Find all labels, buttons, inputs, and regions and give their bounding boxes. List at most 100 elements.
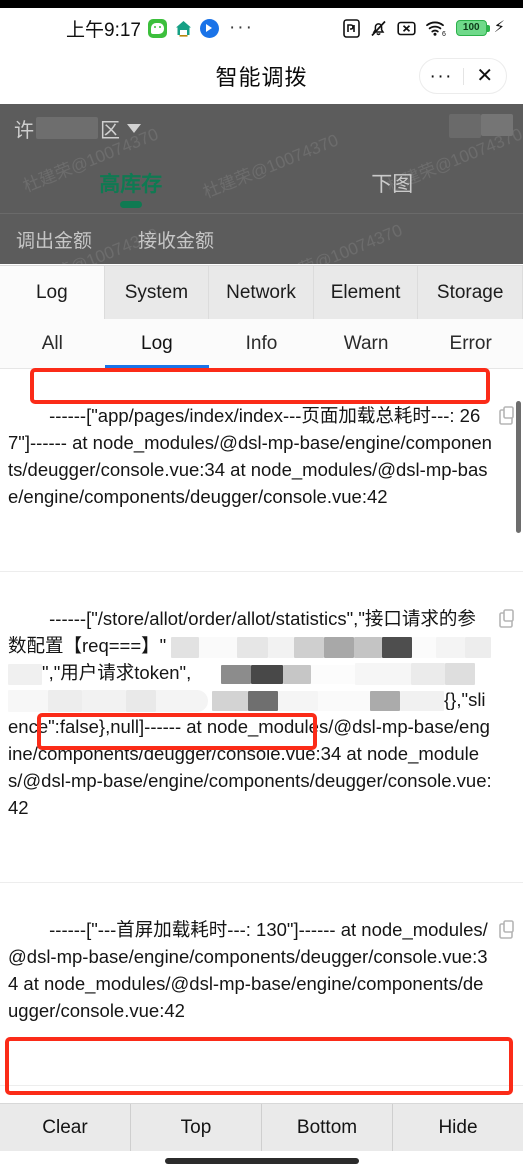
redacted-block xyxy=(268,636,295,658)
status-bar-right: 6 100 ⚡ xyxy=(342,18,505,38)
log-entry[interactable]: ------["/store/allot/order/allot/overvie… xyxy=(0,1086,523,1103)
action-label: Bottom xyxy=(296,1116,358,1138)
active-tab-underline xyxy=(119,200,142,208)
tab-storage[interactable]: Storage xyxy=(418,266,523,319)
phone-screen: 上午9:17 ··· 6 100 ⚡ 智能调拨 ··· ✕ 杜建荣@100743… xyxy=(0,0,523,1171)
clipboard-copy-icon[interactable] xyxy=(448,892,516,973)
region-filter[interactable]: 许 区 xyxy=(14,114,141,143)
redacted-block xyxy=(199,636,238,658)
charging-bolt-icon: ⚡ xyxy=(493,19,505,36)
redacted-block xyxy=(126,690,156,713)
background-filter-row: 许 区 xyxy=(0,104,523,152)
redacted-block xyxy=(8,663,42,685)
redacted-block xyxy=(370,691,400,712)
filter-tab-error[interactable]: Error xyxy=(418,319,523,368)
redacted-block xyxy=(354,636,383,658)
bottom-button[interactable]: Bottom xyxy=(262,1104,393,1152)
filter-tab-log[interactable]: Log xyxy=(105,319,210,368)
clear-button[interactable]: Clear xyxy=(0,1104,131,1152)
signal-off-icon xyxy=(397,20,416,37)
redacted-block xyxy=(283,664,312,684)
top-button[interactable]: Top xyxy=(131,1104,262,1152)
devtools-filter-tabs: All Log Info Warn Error xyxy=(0,319,523,369)
mute-bell-icon xyxy=(369,19,388,38)
home-indicator-area xyxy=(0,1151,523,1171)
redacted-block xyxy=(212,691,248,712)
background-tab-chart[interactable]: 下图 xyxy=(262,168,523,198)
console-log-list[interactable]: ------["app/pages/index/index---页面加载总耗时-… xyxy=(0,369,523,1104)
redacted-block xyxy=(48,690,82,713)
capsule-close-button[interactable]: ✕ xyxy=(464,66,507,86)
redacted-block xyxy=(248,691,278,712)
redacted-block xyxy=(449,114,513,138)
log-entry[interactable]: ------["app/pages/index/index---页面加载总耗时-… xyxy=(0,369,523,572)
redacted-block xyxy=(82,690,126,713)
filter-tab-warn[interactable]: Warn xyxy=(314,319,419,368)
clipboard-copy-icon[interactable] xyxy=(448,1095,516,1103)
house-app-icon xyxy=(174,19,193,38)
filter-tab-info[interactable]: Info xyxy=(209,319,314,368)
status-time: 上午9:17 xyxy=(66,19,141,41)
tab-system[interactable]: System xyxy=(104,266,210,319)
log-entry[interactable]: ------["---首屏加载耗时---: 130"]------ at nod… xyxy=(0,883,523,1086)
region-filter-label-tail: 区 xyxy=(100,119,120,142)
log-entry[interactable]: ------["/store/allot/order/allot/statist… xyxy=(0,572,523,883)
tab-label: Element xyxy=(330,281,401,303)
devtools-action-bar: Clear Top Bottom Hide xyxy=(0,1103,523,1152)
home-indicator[interactable] xyxy=(164,1158,359,1165)
filter-tab-label: Log xyxy=(141,332,173,354)
filter-tab-label: Warn xyxy=(343,332,389,354)
redacted-block xyxy=(36,117,98,139)
capsule-more-button[interactable]: ··· xyxy=(420,65,463,87)
redacted-block xyxy=(355,663,412,686)
battery-icon: 100 xyxy=(455,20,490,36)
redacted-block xyxy=(411,663,446,686)
background-tab-high-stock[interactable]: 高库存 xyxy=(0,168,262,208)
redacted-block xyxy=(324,636,355,658)
redacted-block xyxy=(318,691,370,712)
miniprogram-capsule: ··· ✕ xyxy=(419,58,507,94)
background-app-dimmed: 杜建荣@10074370 杜建荣@10074370 杜建荣@10074370 杜… xyxy=(0,104,523,264)
filter-tab-label: Info xyxy=(245,332,278,354)
wifi6-icon: 6 xyxy=(425,19,447,37)
background-tab-label: 高库存 xyxy=(99,172,163,196)
redacted-block xyxy=(171,636,200,658)
tab-label: Log xyxy=(35,281,68,303)
tab-label: System xyxy=(124,281,189,303)
log-entry-text: ------["---首屏加载耗时---: 130"]------ at nod… xyxy=(8,919,488,1021)
column-header-in-amount: 接收金额 xyxy=(138,231,215,252)
redacted-block xyxy=(311,664,356,684)
blue-media-icon xyxy=(199,18,219,38)
action-label: Hide xyxy=(438,1116,478,1138)
wechat-icon xyxy=(147,18,167,38)
log-entry-text-mid: ","用户请求token", xyxy=(42,662,192,683)
redacted-block xyxy=(382,636,413,658)
background-column-headers: 调出金额 接收金额 xyxy=(0,214,523,253)
hide-button[interactable]: Hide xyxy=(393,1104,523,1151)
nfc-icon xyxy=(342,18,360,38)
tab-element[interactable]: Element xyxy=(313,266,419,319)
redacted-block xyxy=(156,690,208,713)
devtools-panel: Log System Network Element Storage All L… xyxy=(0,265,523,1171)
battery-level: 100 xyxy=(462,22,480,33)
more-icon: ··· xyxy=(429,65,453,87)
redacted-block xyxy=(8,690,48,713)
tab-log[interactable]: Log xyxy=(0,266,105,319)
redacted-block xyxy=(294,636,325,658)
clipboard-copy-icon[interactable] xyxy=(448,378,516,459)
filter-tab-label: All xyxy=(41,332,63,354)
redacted-block xyxy=(237,636,269,658)
status-overflow-dots: ··· xyxy=(228,17,254,38)
redacted-block xyxy=(278,691,318,712)
tab-label: Storage xyxy=(436,281,504,303)
clipboard-copy-icon[interactable] xyxy=(448,581,516,662)
tab-label: Network xyxy=(226,281,296,303)
region-filter-label: 许 xyxy=(14,119,34,142)
filter-tab-label: Error xyxy=(449,332,492,354)
action-label: Clear xyxy=(42,1116,88,1138)
tab-network[interactable]: Network xyxy=(209,266,314,319)
log-entry-text: ------["app/pages/index/index---页面加载总耗时-… xyxy=(8,405,492,507)
status-bar: 上午9:17 ··· 6 100 ⚡ xyxy=(0,8,523,48)
page-title: 智能调拨 xyxy=(215,65,308,90)
filter-tab-all[interactable]: All xyxy=(0,319,105,368)
